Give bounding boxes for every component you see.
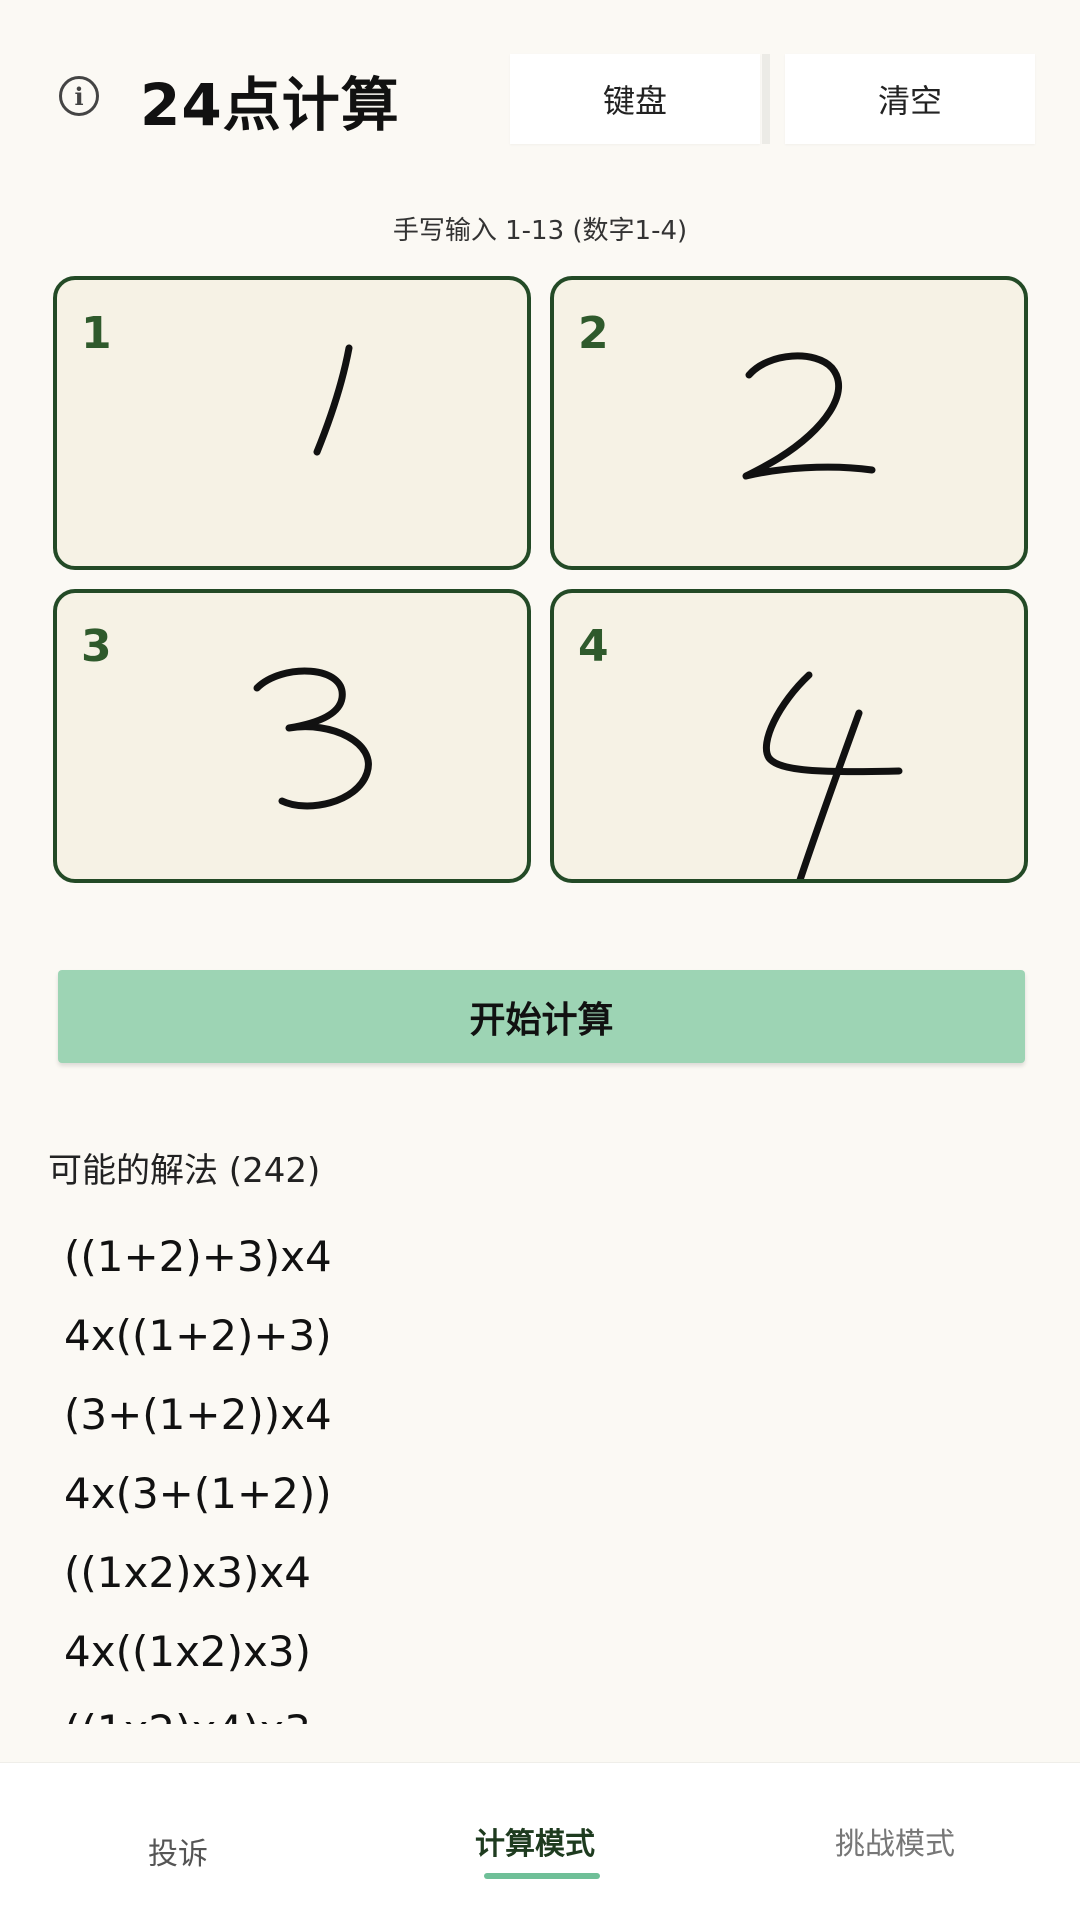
solution-item: 4x((1+2)+3) bbox=[64, 1311, 332, 1360]
solution-item: (3+(1+2))x4 bbox=[64, 1390, 332, 1439]
handwriting-cell-3[interactable]: 3 bbox=[53, 589, 531, 883]
solution-item: ((1x2)x4)x3 bbox=[64, 1694, 964, 1724]
handwritten-digit-3 bbox=[253, 667, 372, 810]
handwritten-digit-1 bbox=[313, 344, 353, 456]
bottom-navigation: 投诉 计算模式 挑战模式 bbox=[0, 1762, 1080, 1920]
nav-item-complaint[interactable]: 投诉 bbox=[148, 1829, 208, 1873]
button-divider bbox=[762, 54, 770, 144]
keyboard-button[interactable]: 键盘 bbox=[510, 54, 760, 144]
handwritten-digit-2 bbox=[742, 352, 876, 480]
solution-item: 4x(3+(1+2)) bbox=[64, 1469, 332, 1518]
solution-item: 4x((1x2)x3) bbox=[64, 1627, 311, 1676]
handwriting-hint: 手写输入 1-13 (数字1-4) bbox=[392, 216, 688, 246]
start-calculation-label: 开始计算 bbox=[469, 999, 614, 1041]
screen: i 24点计算 键盘 清空 手写输入 1-13 (数字1-4) 1 2 3 4 bbox=[0, 0, 1080, 1920]
nav-item-challenge-mode[interactable]: 挑战模式 bbox=[835, 1819, 955, 1863]
info-icon[interactable]: i bbox=[59, 76, 99, 116]
active-tab-indicator bbox=[484, 1873, 600, 1879]
info-glyph: i bbox=[74, 81, 84, 111]
solutions-list[interactable]: ((1+2)+3)x4 4x((1+2)+3) (3+(1+2))x4 4x(3… bbox=[64, 1220, 964, 1724]
handwriting-cell-1[interactable]: 1 bbox=[53, 276, 531, 570]
start-calculation-button[interactable]: 开始计算 bbox=[58, 970, 1025, 1063]
handwriting-cell-2[interactable]: 2 bbox=[550, 276, 1028, 570]
handwritten-digit-4 bbox=[762, 671, 903, 879]
clear-button[interactable]: 清空 bbox=[785, 54, 1035, 144]
page-title: 24点计算 bbox=[140, 71, 400, 139]
solutions-header: 可能的解法 (242) bbox=[48, 1151, 321, 1191]
solution-item: ((1+2)+3)x4 bbox=[64, 1232, 332, 1281]
keyboard-button-label: 键盘 bbox=[602, 82, 667, 120]
nav-item-calculation-mode[interactable]: 计算模式 bbox=[475, 1819, 595, 1863]
handwriting-cell-4[interactable]: 4 bbox=[550, 589, 1028, 883]
solution-item: ((1x2)x3)x4 bbox=[64, 1548, 311, 1597]
clear-button-label: 清空 bbox=[877, 82, 942, 120]
